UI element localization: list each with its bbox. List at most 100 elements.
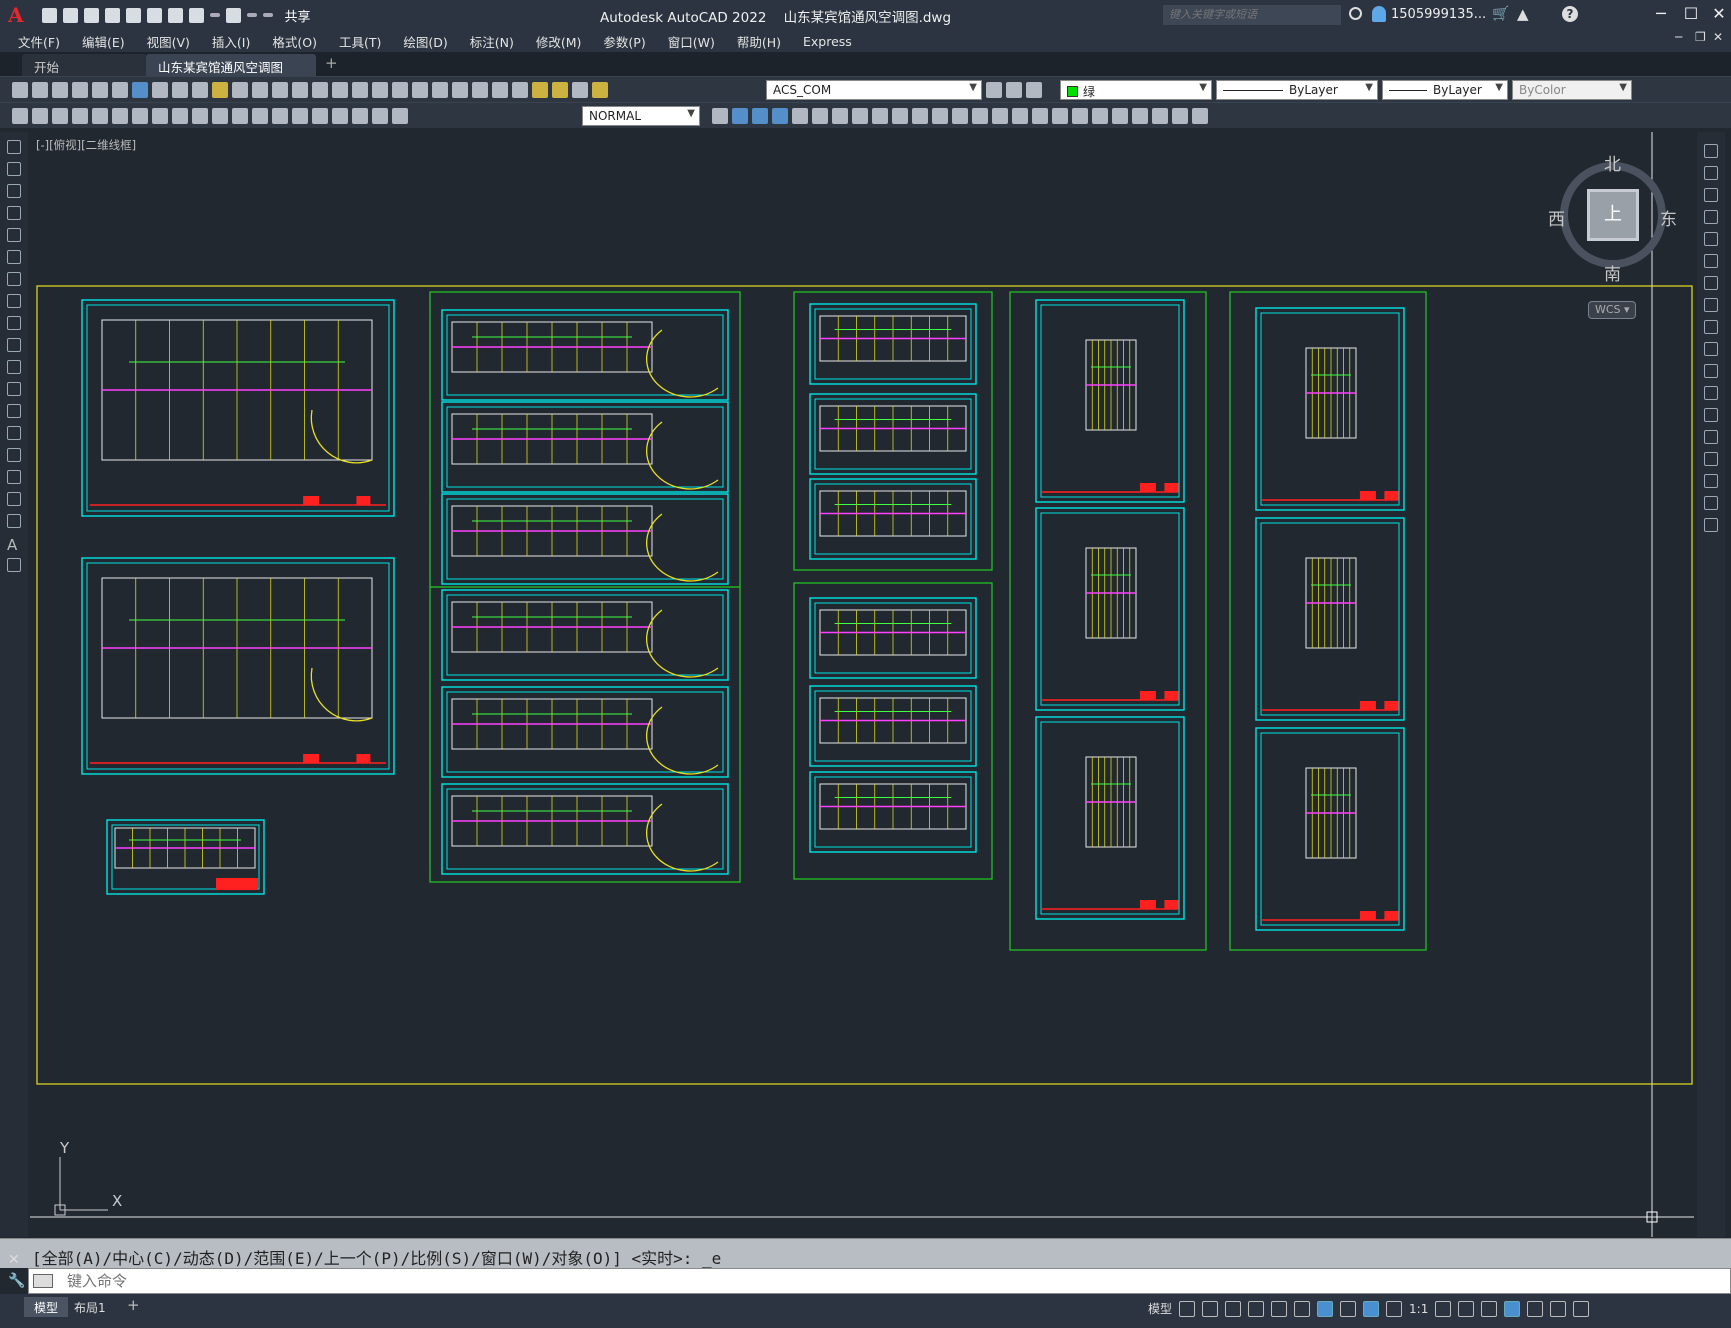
erase-icon[interactable] <box>1704 144 1718 158</box>
dim-baseline-icon[interactable] <box>192 108 208 124</box>
explode-icon[interactable] <box>1704 518 1718 532</box>
dim-style-icon[interactable] <box>712 108 728 124</box>
zoom-window-icon[interactable] <box>332 82 348 98</box>
join-icon[interactable] <box>1704 430 1718 444</box>
open-web-icon[interactable] <box>125 7 141 23</box>
scale-icon[interactable] <box>852 108 868 124</box>
annotation-monitor-icon[interactable] <box>1458 1300 1475 1317</box>
menu-tools[interactable]: 工具(T) <box>339 32 381 51</box>
extend-icon[interactable] <box>1704 364 1718 378</box>
dim-arc-icon[interactable] <box>52 108 68 124</box>
trim-icon[interactable] <box>892 108 908 124</box>
units-icon[interactable] <box>1481 1300 1498 1317</box>
compass-north[interactable]: 北 <box>1604 150 1621 175</box>
make-current-layer-icon[interactable] <box>986 82 1002 98</box>
menu-insert[interactable]: 插入(I) <box>212 32 250 51</box>
dim-ordinate-icon[interactable] <box>72 108 88 124</box>
share-button[interactable]: 共享 <box>285 6 311 25</box>
object-snap-icon[interactable] <box>1317 1300 1334 1317</box>
trim-icon[interactable] <box>1704 342 1718 356</box>
image-icon[interactable] <box>1152 108 1168 124</box>
rectangle-icon[interactable] <box>7 228 21 242</box>
break-point-icon[interactable] <box>1704 386 1718 400</box>
dim-diameter-icon[interactable] <box>132 108 148 124</box>
menu-edit[interactable]: 编辑(E) <box>82 32 125 51</box>
layer-freeze-icon[interactable] <box>552 82 568 98</box>
layer-unlock-icon[interactable] <box>592 82 608 98</box>
insert-block-icon[interactable] <box>7 382 21 396</box>
isolate-objects-icon[interactable] <box>1527 1300 1544 1317</box>
redo-icon[interactable] <box>272 82 288 98</box>
autodesk-app-icon[interactable]: ▲ <box>1517 5 1529 23</box>
undo-icon[interactable] <box>188 7 204 23</box>
draw-order-icon[interactable] <box>1032 108 1048 124</box>
viewcube-top-face[interactable]: 上 <box>1587 189 1639 241</box>
open-icon[interactable] <box>32 82 48 98</box>
publish-icon[interactable] <box>112 82 128 98</box>
pan-icon[interactable] <box>292 82 308 98</box>
save-icon[interactable] <box>83 7 99 23</box>
xref-icon[interactable] <box>1132 108 1148 124</box>
help-icon[interactable]: ? <box>1562 6 1578 22</box>
layer-on-icon[interactable] <box>532 82 548 98</box>
annotation-visibility-icon[interactable] <box>1363 1300 1380 1317</box>
recent-commands-icon[interactable] <box>33 1274 53 1288</box>
sheet-set-icon[interactable] <box>432 82 448 98</box>
polyline-icon[interactable] <box>7 184 21 198</box>
circle-icon[interactable] <box>7 272 21 286</box>
paste-icon[interactable] <box>192 82 208 98</box>
break-icon[interactable] <box>1704 408 1718 422</box>
compass-west[interactable]: 西 <box>1548 205 1565 230</box>
mtext-icon[interactable]: A <box>7 536 21 554</box>
zoom-previous-icon[interactable] <box>352 82 368 98</box>
search-icon[interactable] <box>1349 7 1362 20</box>
dim-continue-icon[interactable] <box>212 108 228 124</box>
menu-modify[interactable]: 修改(M) <box>536 32 582 51</box>
compass-east[interactable]: 东 <box>1660 205 1677 230</box>
bring-front-icon[interactable] <box>1052 108 1068 124</box>
mirror-icon[interactable] <box>752 108 768 124</box>
dim-update-icon[interactable] <box>392 108 408 124</box>
open-file-icon[interactable] <box>62 7 78 23</box>
fillet-icon[interactable] <box>992 108 1008 124</box>
ole-icon[interactable] <box>1172 108 1188 124</box>
point-icon[interactable] <box>7 426 21 440</box>
mirror-icon[interactable] <box>1704 188 1718 202</box>
gradient-icon[interactable] <box>7 470 21 484</box>
user-icon[interactable] <box>1372 6 1386 22</box>
viewcube[interactable]: 上 北 南 东 西 <box>1548 150 1678 285</box>
compass-south[interactable]: 南 <box>1604 260 1621 285</box>
offset-icon[interactable] <box>772 108 788 124</box>
tab-drawing[interactable]: 山东某宾馆通风空调图*✕ <box>146 54 316 91</box>
arc-icon[interactable] <box>7 250 21 264</box>
quick-dim-icon[interactable] <box>172 108 188 124</box>
layer-lock-icon[interactable] <box>572 82 588 98</box>
undo-dropdown-icon[interactable] <box>209 13 220 17</box>
move-icon[interactable] <box>812 108 828 124</box>
center-mark-icon[interactable] <box>292 108 308 124</box>
command-close-icon[interactable]: ✕ <box>8 1252 20 1268</box>
customization-menu-icon[interactable] <box>1573 1300 1590 1317</box>
save-as-icon[interactable] <box>104 7 120 23</box>
tab-start[interactable]: 开始 <box>22 54 147 76</box>
menu-window[interactable]: 窗口(W) <box>668 32 715 51</box>
calculator-icon[interactable] <box>472 82 488 98</box>
markup-icon[interactable] <box>452 82 468 98</box>
wcs-menu[interactable]: WCS ▾ <box>1588 301 1636 319</box>
close-icon[interactable]: ✕ <box>1704 4 1731 23</box>
dim-break-icon[interactable] <box>252 108 268 124</box>
3d-print-icon[interactable] <box>132 82 148 98</box>
redo-dropdown-icon[interactable] <box>246 13 257 17</box>
fillet-icon[interactable] <box>1704 474 1718 488</box>
maximize-icon[interactable]: ☐ <box>1676 4 1706 23</box>
offset-icon[interactable] <box>1704 210 1718 224</box>
construction-line-icon[interactable] <box>7 162 21 176</box>
save-web-icon[interactable] <box>146 7 162 23</box>
table-icon[interactable] <box>7 514 21 528</box>
username-label[interactable]: 1505999135... <box>1391 7 1486 22</box>
color-dropdown[interactable]: 绿 ▼ <box>1060 80 1212 100</box>
undo-icon[interactable] <box>252 82 268 98</box>
jogged-linear-icon[interactable] <box>332 108 348 124</box>
menu-help[interactable]: 帮助(H) <box>737 32 781 51</box>
extend-icon[interactable] <box>912 108 928 124</box>
